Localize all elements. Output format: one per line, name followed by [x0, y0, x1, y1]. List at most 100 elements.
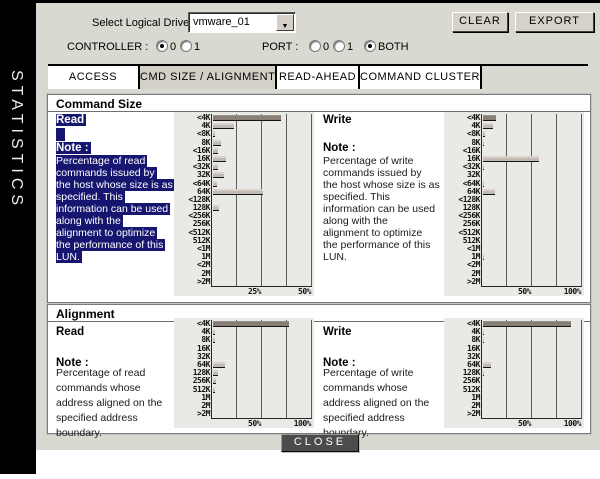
chart-bar-track: [212, 204, 312, 212]
chart-row: <1M: [174, 245, 314, 253]
chart-bar-track: [212, 155, 312, 163]
chart-bar: [483, 337, 484, 343]
chart-bar: [483, 181, 484, 187]
cmd-read-chart: <4K4K<8K8K<16K16K<32K32K<64K64K<128K128K…: [174, 112, 314, 296]
note-line: address aligned on the: [56, 396, 162, 411]
clear-button[interactable]: CLEAR: [452, 12, 508, 32]
chart-bar-track: [482, 204, 582, 212]
chart-bar-track: [212, 147, 312, 155]
cmd-read-note: Percentage of read commands issued by th…: [56, 155, 175, 263]
chart-row: 16K: [174, 345, 314, 353]
close-button[interactable]: CLOSE: [281, 434, 359, 452]
tab-cmd-size-alignment[interactable]: CMD SIZE / ALIGNMENT: [140, 66, 277, 89]
chart-bar-track: [212, 353, 312, 361]
chart-bar: [213, 140, 221, 146]
controller-radio-0[interactable]: [156, 40, 168, 52]
chart-bar-track: [482, 369, 582, 377]
chart-rows: <4K4K8K16K32K64K128K256K512K1M2M>2M: [444, 318, 584, 418]
chart-axis: 50%100%: [481, 286, 581, 296]
port-radio-both-label: BOTH: [378, 41, 409, 53]
chart-bar-track: [482, 410, 582, 418]
chart-bar: [483, 156, 539, 162]
chart-bar-track: [482, 278, 582, 286]
chart-row: >2M: [444, 278, 584, 286]
chart-bar-track: [212, 336, 312, 344]
chart-bar: [213, 189, 263, 195]
chart-row: <32K: [444, 163, 584, 171]
note-line: Percentage of read: [56, 366, 162, 381]
chart-bar: [213, 172, 224, 178]
chart-bar: [213, 370, 218, 376]
chart-row: 2M: [444, 402, 584, 410]
chart-bar-track: [482, 245, 582, 253]
chart-bar-track: [482, 122, 582, 130]
chart-bar: [213, 329, 215, 335]
tab-command-cluster[interactable]: COMMAND CLUSTER: [360, 66, 482, 89]
chart-bar: [213, 123, 234, 129]
align-read-heading: Read: [56, 326, 84, 338]
axis-tick-label: 25%: [248, 287, 261, 296]
chart-row: <64K: [174, 180, 314, 188]
note-line: information can be used: [323, 203, 440, 215]
note-line: Percentage of read: [56, 155, 175, 167]
logical-drive-value: vmware_01: [193, 16, 250, 28]
chart-bar-track: [482, 147, 582, 155]
controller-radio-1-label: 1: [194, 41, 200, 53]
note-line: Percentage of write: [323, 155, 440, 167]
chart-bar-track: [482, 320, 582, 328]
port-radio-1[interactable]: [333, 40, 345, 52]
chart-bar-track: [212, 386, 312, 394]
axis-tick-label: 50%: [518, 287, 531, 296]
chart-bar-track: [212, 139, 312, 147]
chart-row: 2M: [444, 270, 584, 278]
chart-bar-track: [212, 320, 312, 328]
chart-bar-track: [212, 180, 312, 188]
chart-bar-track: [482, 130, 582, 138]
tab-access[interactable]: ACCESS: [48, 66, 140, 89]
note-line: the performance of this: [56, 239, 175, 251]
chart-category-label: >2M: [174, 278, 212, 286]
chart-bar-track: [482, 220, 582, 228]
controller-radio-1[interactable]: [180, 40, 192, 52]
note-line: specified address: [323, 411, 429, 426]
chart-bar-track: [482, 212, 582, 220]
chart-bar-track: [212, 196, 312, 204]
chart-bar-track: [212, 261, 312, 269]
tab-read-ahead[interactable]: READ-AHEAD: [277, 66, 360, 89]
chart-bar-track: [212, 245, 312, 253]
port-radio-1-label: 1: [347, 41, 353, 53]
note-line: commands issued by: [323, 167, 440, 179]
chart-bar: [483, 115, 496, 121]
note-line: alignment to optimize: [323, 227, 440, 239]
note-line: along with the: [323, 215, 440, 227]
chart-bar-track: [482, 163, 582, 171]
filter-row: CONTROLLER : 0 1 PORT : 0 1 BOTH: [36, 39, 600, 53]
chart-bar-track: [212, 237, 312, 245]
chart-bar: [483, 370, 484, 376]
chart-row: 512K: [174, 237, 314, 245]
port-radio-both[interactable]: [364, 40, 376, 52]
chart-bar-track: [482, 171, 582, 179]
alignment-panel-title: Alignment: [56, 307, 115, 321]
chart-bar-track: [212, 377, 312, 385]
chart-bar: [483, 164, 484, 170]
combo-dropdown-button[interactable]: ▼: [276, 14, 294, 31]
chart-bar-track: [482, 328, 582, 336]
chart-rows: <4K4K<8K8K<16K16K<32K32K<64K64K<128K128K…: [444, 112, 584, 286]
chart-category-label: >2M: [444, 278, 482, 286]
port-label: PORT :: [262, 41, 298, 53]
chart-row: <8K: [174, 130, 314, 138]
port-radio-0[interactable]: [309, 40, 321, 52]
chart-bar: [213, 337, 215, 343]
cmd-read-heading: Read: [56, 114, 86, 126]
chart-rows: <4K4K8K16K32K64K128K256K512K1M2M>2M: [174, 318, 314, 418]
chart-bar-track: [482, 361, 582, 369]
cmd-write-note-label: Note :: [323, 142, 356, 154]
export-button[interactable]: EXPORT: [515, 12, 594, 32]
note-line: the host whose size is as: [56, 179, 175, 191]
chart-row: <4K: [444, 114, 584, 122]
logical-drive-select[interactable]: vmware_01 ▼: [188, 12, 296, 33]
selection-stub: [56, 128, 65, 141]
note-line: alignment to optimize: [56, 227, 175, 239]
chart-bar-track: [212, 345, 312, 353]
